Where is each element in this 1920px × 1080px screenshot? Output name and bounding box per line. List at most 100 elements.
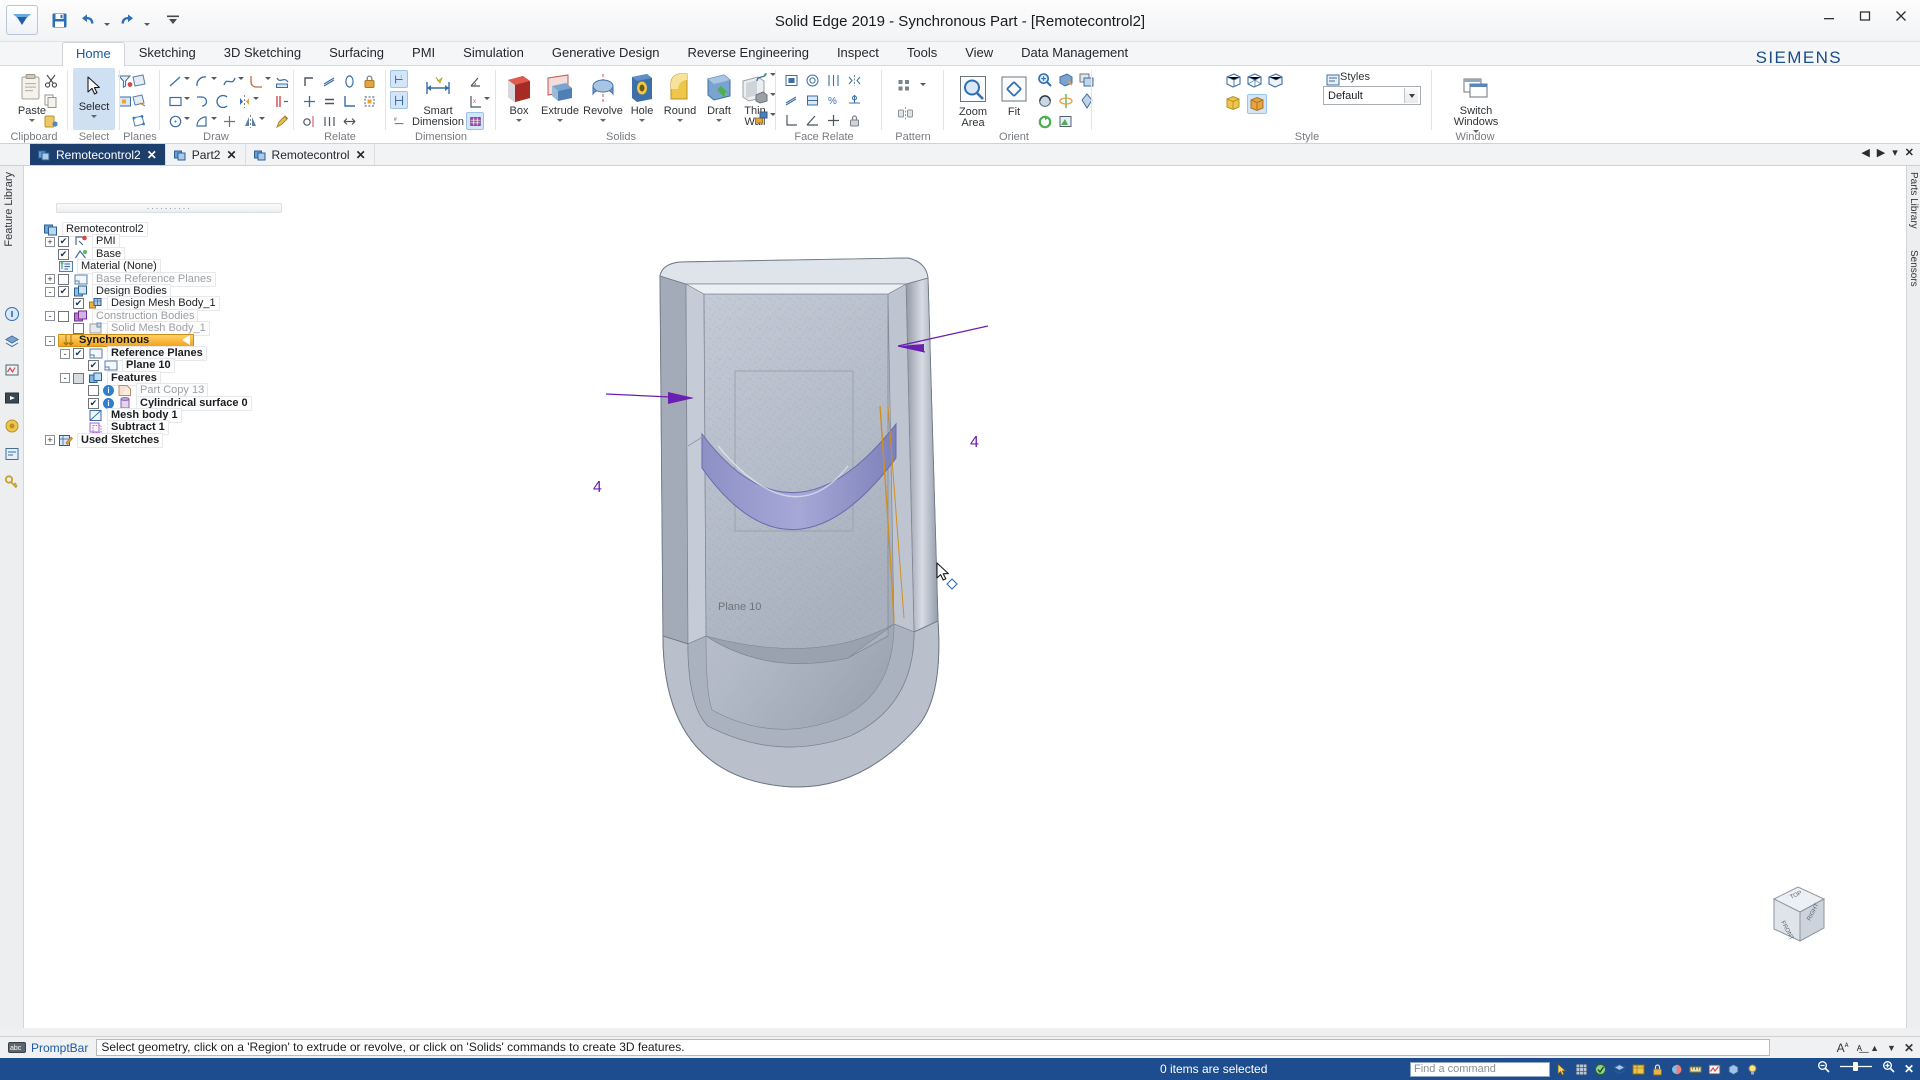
mirror-copy-button[interactable] xyxy=(896,104,914,122)
undo-dropdown-caret-icon[interactable] xyxy=(102,7,112,33)
style-view-2-button[interactable] xyxy=(1245,71,1263,89)
draft-dropdown-caret-icon[interactable] xyxy=(716,119,722,122)
tree-node-checkbox[interactable] xyxy=(73,323,84,335)
hole-button[interactable]: Hole xyxy=(624,70,660,122)
refresh-view-button[interactable] xyxy=(1036,113,1054,131)
tree-node-checkbox[interactable] xyxy=(73,298,84,310)
select-dropdown-caret-icon[interactable] xyxy=(91,115,97,118)
coincident-plane-button[interactable] xyxy=(130,72,148,90)
tree-node-synchronous[interactable]: Synchronous xyxy=(58,333,194,347)
application-menu-button[interactable] xyxy=(6,5,38,35)
dimension-table-button[interactable] xyxy=(466,112,484,130)
mirror-dropdown-caret-icon[interactable] xyxy=(257,112,267,127)
circle-dropdown-caret-icon[interactable] xyxy=(182,112,192,127)
minimize-button[interactable] xyxy=(1818,6,1840,26)
tab-inspect[interactable]: Inspect xyxy=(823,41,893,65)
document-tab-remotecontrol2[interactable]: Remotecontrol2 ✕ xyxy=(30,144,166,165)
style-select-caret-icon[interactable] xyxy=(1404,88,1418,103)
dimension-value-right[interactable]: 4 xyxy=(970,434,979,452)
dimension-between-button[interactable] xyxy=(390,91,408,109)
tree-node-checkbox[interactable] xyxy=(58,286,69,297)
tree-node-checkbox[interactable] xyxy=(58,236,69,248)
tab-tools[interactable]: Tools xyxy=(893,41,951,65)
tab-3d-sketching[interactable]: 3D Sketching xyxy=(210,41,315,65)
3d-viewport[interactable]: 4 4 Plane 10 TOP FRONT RIGHT xyxy=(288,166,1906,1028)
tab-data-management[interactable]: Data Management xyxy=(1007,41,1142,65)
zoom-slider-icon[interactable] xyxy=(1839,1060,1873,1078)
rectangle-dropdown-caret-icon[interactable] xyxy=(182,92,192,107)
hole-dropdown-caret-icon[interactable] xyxy=(639,119,645,122)
tree-expander-icon[interactable]: - xyxy=(45,286,55,297)
tree-node-info-icon[interactable]: i xyxy=(103,397,114,409)
round-button[interactable]: Round xyxy=(660,70,700,122)
face-lock-button[interactable] xyxy=(845,111,863,129)
tree-node-checkbox[interactable] xyxy=(73,372,84,384)
revolve-dropdown-caret-icon[interactable] xyxy=(600,119,606,122)
grid-icon[interactable] xyxy=(1574,1062,1588,1076)
fit-button[interactable]: Fit xyxy=(996,71,1032,118)
tree-node-checkbox[interactable] xyxy=(88,397,99,409)
face-angle-button[interactable] xyxy=(803,111,821,129)
tree-expander-icon[interactable]: - xyxy=(45,336,55,347)
zoom-in-icon[interactable] xyxy=(1882,1060,1895,1078)
pan-button[interactable] xyxy=(1057,71,1075,89)
prompt-bar-close-icon[interactable]: ✕ xyxy=(1904,1041,1914,1055)
offset-button[interactable] xyxy=(273,92,291,110)
style-color-1-button[interactable] xyxy=(1224,94,1242,112)
tab-generative-design[interactable]: Generative Design xyxy=(538,41,674,65)
symmetric-relation-button[interactable] xyxy=(300,112,318,130)
plane-by-3-points-button[interactable] xyxy=(130,112,148,130)
copy-button[interactable] xyxy=(42,92,60,110)
tab-simulation[interactable]: Simulation xyxy=(449,41,538,65)
redo-dropdown-caret-icon[interactable] xyxy=(142,7,152,33)
dimension-dropdown-caret-icon[interactable] xyxy=(482,92,492,107)
paste-special-button[interactable] xyxy=(42,112,60,130)
chevron-up-icon[interactable]: ▲ xyxy=(1870,1043,1879,1053)
tab-view[interactable]: View xyxy=(951,41,1007,65)
tangent-arc-button[interactable] xyxy=(193,92,211,110)
parallel-plane-button[interactable] xyxy=(130,92,148,110)
rotate-view-button[interactable] xyxy=(1036,92,1054,110)
horizontal-vertical-button[interactable] xyxy=(300,92,318,110)
collapse-arrow-icon[interactable] xyxy=(182,335,190,346)
switch-windows-button[interactable]: Switch Windows xyxy=(1448,70,1504,133)
text-style-icon[interactable]: Aᴀ xyxy=(1837,1040,1849,1055)
key-icon[interactable] xyxy=(4,474,20,490)
material-table-icon[interactable] xyxy=(4,418,20,434)
paste-dropdown-caret-icon[interactable] xyxy=(29,119,35,122)
measure-icon[interactable] xyxy=(1688,1062,1702,1076)
face-parallel-button[interactable] xyxy=(824,71,842,89)
material-table-icon[interactable] xyxy=(1631,1062,1645,1076)
tree-node-checkbox[interactable] xyxy=(58,310,69,322)
round-dropdown-caret-icon[interactable] xyxy=(677,119,683,122)
smart-dimension-button[interactable]: Smart Dimension xyxy=(412,70,464,128)
fillet-dropdown-caret-icon[interactable] xyxy=(263,72,273,87)
tab-home[interactable]: Home xyxy=(62,42,125,66)
light-icon[interactable] xyxy=(1745,1062,1759,1076)
tab-scroll-right-icon[interactable]: ▶ xyxy=(1877,146,1885,159)
tab-pmi[interactable]: PMI xyxy=(398,41,449,65)
dock-item-feature-library[interactable]: Feature Library xyxy=(3,172,15,247)
tree-node-info-icon[interactable]: i xyxy=(103,385,114,397)
view-styles-button[interactable] xyxy=(1057,113,1075,131)
color-icon[interactable] xyxy=(1669,1062,1683,1076)
tree-node-checkbox[interactable] xyxy=(58,248,69,260)
face-symmetric-button[interactable] xyxy=(845,71,863,89)
tree-node-checkbox[interactable] xyxy=(88,385,99,397)
save-icon[interactable] xyxy=(46,7,72,33)
redo-icon[interactable] xyxy=(114,7,140,33)
lock-relation-button[interactable] xyxy=(360,72,378,90)
tab-list-icon[interactable]: ▾ xyxy=(1892,146,1898,159)
face-dimension-button[interactable] xyxy=(824,111,842,129)
project-curve-button[interactable] xyxy=(273,72,291,90)
snap-icon[interactable] xyxy=(1593,1062,1607,1076)
line-dropdown-caret-icon[interactable] xyxy=(182,72,192,87)
dimension-axis-button[interactable]: ↕ xyxy=(390,70,408,88)
style-view-1-button[interactable] xyxy=(1224,71,1242,89)
zoom-button[interactable] xyxy=(1036,71,1054,89)
tree-node-checkbox[interactable] xyxy=(58,273,69,285)
point-button[interactable] xyxy=(220,112,238,130)
dimension-value-left[interactable]: 4 xyxy=(593,479,602,497)
zoom-out-icon[interactable] xyxy=(1817,1060,1830,1078)
tree-node-checkbox[interactable] xyxy=(73,348,84,359)
